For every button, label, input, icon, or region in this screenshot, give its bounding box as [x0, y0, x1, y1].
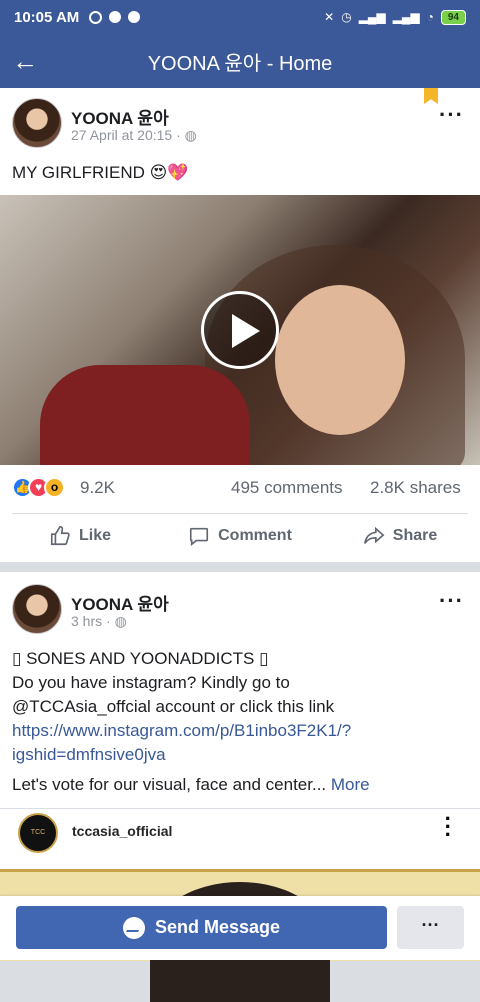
signal-icon: ▂▄▆: [358, 10, 386, 24]
post-line: Do you have instagram? Kindly go to: [12, 673, 290, 692]
signal-icon: ▂▄▆: [392, 10, 420, 24]
video-frame: [275, 285, 405, 435]
status-time: 10:05 AM: [14, 8, 80, 26]
play-icon[interactable]: [201, 291, 279, 369]
status-icons: ✕ ◷ ▂▄▆ ▂▄▆ ◔ 94: [324, 9, 466, 25]
globe-icon: ◍: [114, 613, 127, 629]
comment-icon: [190, 527, 209, 546]
send-message-button[interactable]: Send Message: [16, 906, 387, 949]
comment-label: Comment: [218, 527, 292, 544]
wow-reaction-icon: o: [44, 477, 65, 498]
send-message-label: Send Message: [154, 917, 281, 937]
post-text: ▯ SONES AND YOONADDICTS ▯ Do you have in…: [12, 647, 468, 797]
post-text: MY GIRLFRIEND 😍💖: [12, 163, 189, 182]
alarm-icon: [89, 10, 103, 24]
page-title: YOONA 윤아 - Home: [147, 52, 333, 75]
mute-icon: ✕: [324, 10, 335, 24]
video-frame: [40, 365, 250, 465]
post-author[interactable]: YOONA 윤아: [71, 590, 169, 615]
post-timestamp[interactable]: 27 April at 20:15 · ◍: [71, 127, 197, 144]
post-line: ▯ SONES AND YOONADDICTS ▯: [12, 649, 269, 668]
post-card: YOONA 윤아 27 April at 20:15 · ◍ ··· MY GI…: [0, 88, 480, 562]
avatar[interactable]: [12, 584, 62, 634]
post-options-icon[interactable]: ···: [439, 588, 464, 614]
bookmark-icon[interactable]: [424, 88, 438, 104]
embed-username[interactable]: tccasia_official: [72, 823, 172, 839]
bottom-bar: Send Message ···: [0, 896, 480, 960]
wifi-icon: ◔: [426, 10, 434, 24]
like-label: Like: [78, 527, 111, 544]
post-options-icon[interactable]: ···: [439, 102, 464, 128]
notification-dot-icon: [128, 11, 141, 23]
shares-count[interactable]: 2.8K shares: [370, 478, 461, 498]
reaction-icons[interactable]: 👍 ♥ o: [12, 477, 65, 498]
post-stats: 👍 ♥ o 9.2K 495 comments 2.8K shares: [0, 475, 480, 501]
share-icon: [363, 526, 385, 544]
post-timestamp[interactable]: 3 hrs · ◍: [71, 613, 127, 630]
comments-count[interactable]: 495 comments: [231, 478, 343, 498]
post-line: @TCCAsia_offcial account or click this l…: [12, 697, 335, 716]
instagram-link[interactable]: https://www.instagram.com/p/B1inbo3F2K1/…: [12, 719, 468, 767]
thumbs-up-icon: [50, 526, 70, 546]
app-bar: ← YOONA 윤아 - Home: [0, 34, 480, 88]
battery-icon: 94: [440, 9, 466, 25]
reactions-count[interactable]: 9.2K: [80, 478, 115, 498]
messenger-icon: [122, 916, 145, 939]
post-author[interactable]: YOONA 윤아: [71, 104, 169, 129]
more-button[interactable]: ···: [397, 906, 464, 949]
alarm-icon: ◷: [341, 10, 352, 24]
embed-options-icon[interactable]: · · ·: [445, 808, 452, 846]
post-line: Let's vote for our visual, face and cent…: [12, 775, 370, 794]
globe-icon: ◍: [184, 127, 197, 143]
see-more-link[interactable]: More: [331, 775, 370, 794]
video-player[interactable]: [0, 195, 480, 465]
comment-button[interactable]: Comment: [160, 516, 320, 556]
notification-dot-icon: [109, 11, 122, 23]
share-label: Share: [392, 527, 438, 544]
divider: [12, 513, 468, 514]
share-button[interactable]: Share: [320, 516, 480, 556]
embed-avatar: TCC: [18, 813, 58, 853]
avatar[interactable]: [12, 98, 62, 148]
post-actions: Like Comment Share: [0, 516, 480, 556]
like-button[interactable]: Like: [0, 516, 160, 556]
status-bar: 10:05 AM ✕ ◷ ▂▄▆ ▂▄▆ ◔ 94: [0, 0, 480, 34]
back-arrow-icon[interactable]: ←: [0, 46, 50, 77]
